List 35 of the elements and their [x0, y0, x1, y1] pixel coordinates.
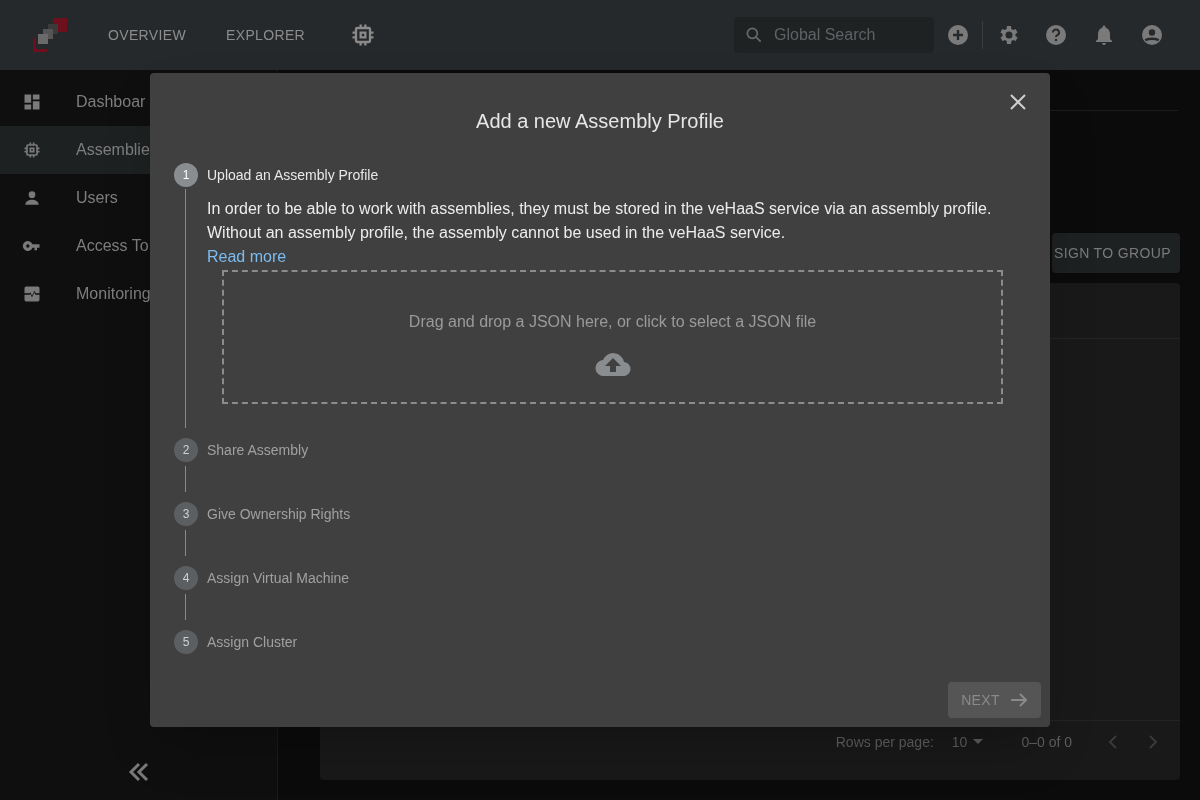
- page-range: 0–0 of 0: [1021, 732, 1072, 752]
- close-icon[interactable]: [1010, 94, 1026, 110]
- caret-icon: [973, 739, 984, 745]
- search-icon: [744, 25, 764, 45]
- dialog-title: Add a new Assembly Profile: [476, 109, 724, 134]
- step-number: 1: [174, 163, 198, 187]
- step-label: Assign Cluster: [207, 632, 298, 652]
- chip-icon: [22, 140, 42, 160]
- step-description: In order to be able to work with assemblies, they must be stored in the veHaaS service via an assembly profile. Without an assembly profile, the assembly cannot be used in the veHaaS service.: [207, 199, 993, 243]
- step-number: 5: [174, 630, 198, 654]
- file-dropzone[interactable]: Drag and drop a JSON here, or click to select a JSON file: [222, 270, 1003, 404]
- dashboard-icon: [22, 92, 42, 112]
- arrow-right-icon: [1009, 693, 1028, 707]
- step-label: Give Ownership Rights: [207, 504, 351, 524]
- account-icon[interactable]: [1140, 23, 1164, 47]
- step-number: 2: [174, 438, 198, 462]
- help-icon[interactable]: [1044, 23, 1068, 47]
- sidebar-item[interactable]: Dashboar: [0, 78, 277, 126]
- read-more-link[interactable]: Read more: [207, 245, 287, 269]
- assign-group-button[interactable]: SIGN TO GROUP: [1052, 233, 1180, 273]
- nav-link[interactable]: OVERVIEW: [108, 24, 186, 46]
- collapse-icon[interactable]: [126, 762, 151, 782]
- logo-icon[interactable]: [31, 16, 69, 54]
- rows-select[interactable]: 10: [951, 731, 984, 753]
- add-icon[interactable]: [946, 23, 970, 47]
- rows-per-page-label: Rows per page:: [835, 732, 934, 752]
- search-field[interactable]: Global Search: [734, 17, 934, 53]
- step-label: Assign Virtual Machine: [207, 568, 350, 588]
- person-icon: [22, 188, 42, 208]
- nav-link[interactable]: EXPLORER: [226, 24, 306, 46]
- step-number: 4: [174, 566, 198, 590]
- upload-cloud-icon: [594, 352, 631, 376]
- pulse-icon: [22, 284, 42, 304]
- step-label: Share Assembly: [207, 440, 309, 460]
- step-number: 3: [174, 502, 198, 526]
